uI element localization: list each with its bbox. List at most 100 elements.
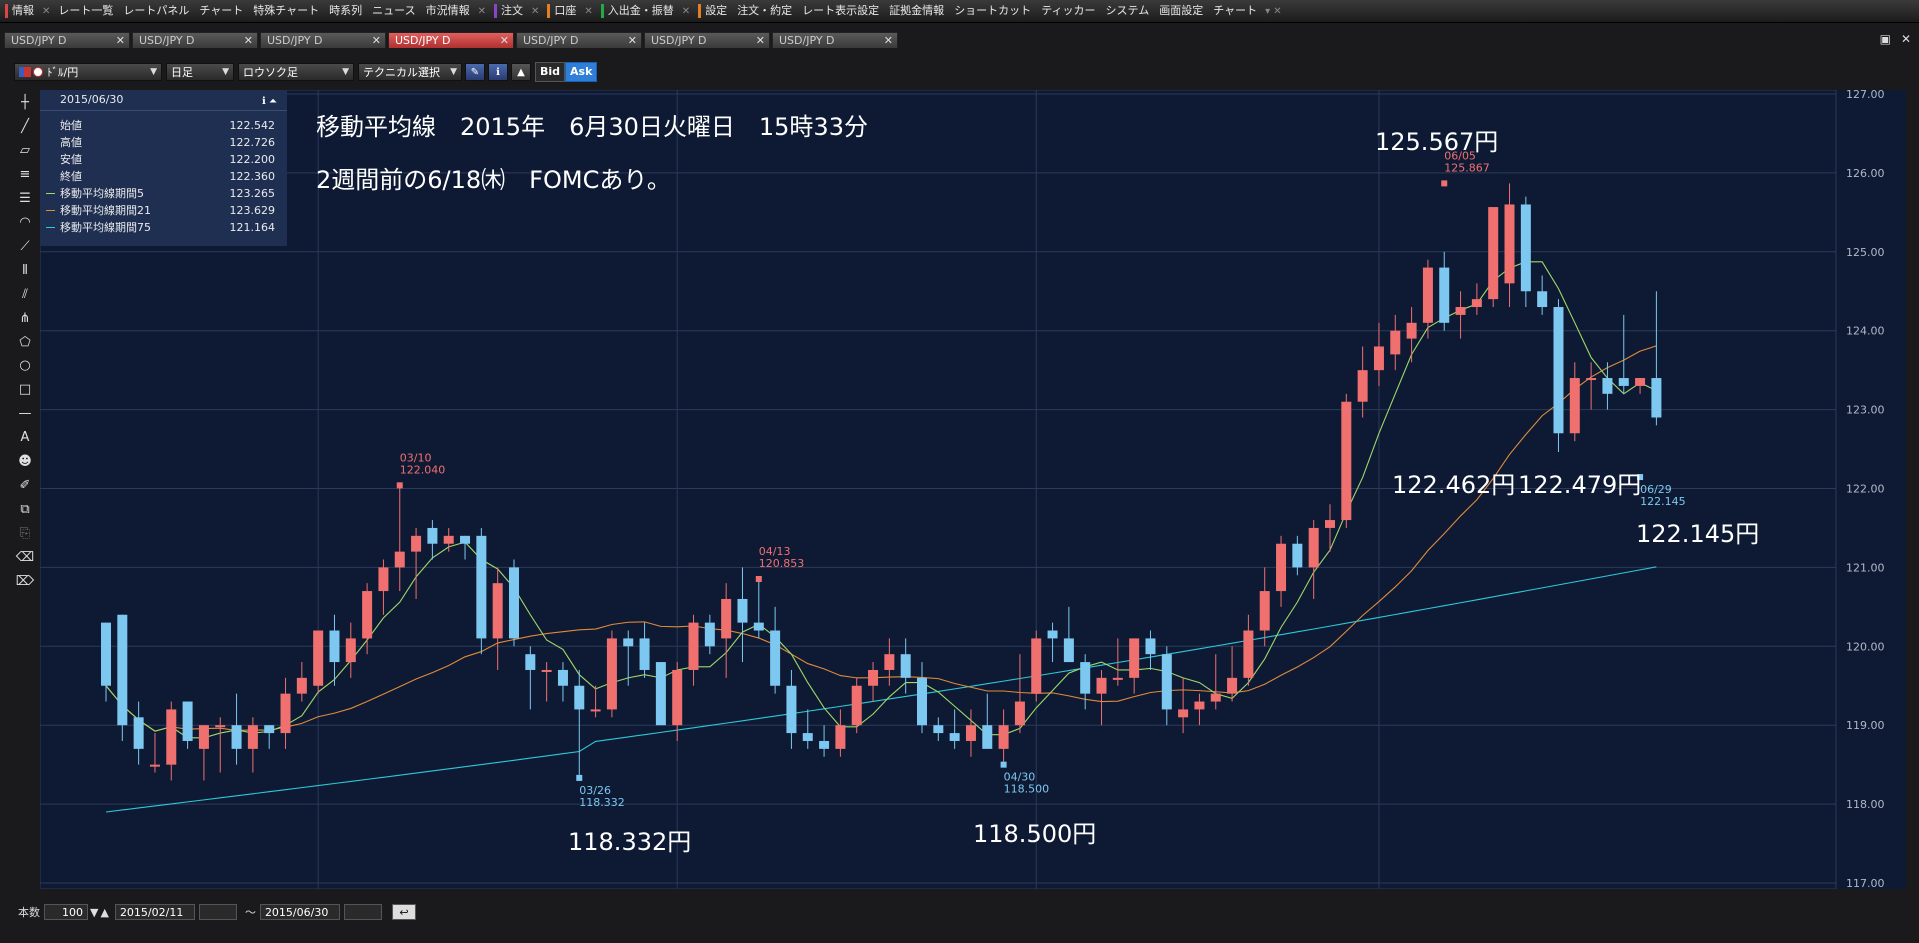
count-up-icon[interactable]: ▲ (100, 906, 108, 919)
menu-item[interactable]: 特殊チャート (248, 0, 324, 22)
eraser-all-icon[interactable]: ⌦ (14, 571, 36, 592)
menu-item[interactable]: システム (1101, 0, 1155, 22)
ask-button[interactable]: Ask (565, 62, 598, 82)
menu-item[interactable]: 証拠金情報 (884, 0, 949, 22)
restore-icon[interactable]: ▣ (1880, 32, 1891, 46)
crosshair-icon[interactable]: ┼ (14, 92, 36, 113)
tab-close-icon[interactable]: ✕ (884, 33, 893, 49)
hline-icon[interactable]: — (14, 403, 36, 424)
candle-body (770, 630, 781, 686)
info-icon[interactable]: ℹ (488, 63, 508, 81)
menu-close-icon[interactable]: ✕ (679, 6, 693, 17)
eraser-icon[interactable]: ⌫ (14, 547, 36, 568)
count-down-icon[interactable]: ▼ (90, 906, 98, 919)
annotation-subtitle: 2週間前の6/18㈭ FOMCあり。 (316, 166, 671, 194)
menu-item[interactable]: レート一覧 (53, 0, 118, 22)
menu-close-icon[interactable]: ✕ (528, 6, 542, 17)
technical-select[interactable]: テクニカル選択 ▼ (358, 63, 462, 81)
channel-icon[interactable]: ⫽ (14, 284, 36, 305)
info-row-value: 123.629 (229, 204, 276, 217)
candle-body (1586, 378, 1597, 381)
extreme-value-label: 125.867 (1444, 161, 1490, 174)
tab-close-icon[interactable]: ✕ (756, 33, 765, 49)
menu-item[interactable]: 注文・約定 (732, 0, 797, 22)
menu-item[interactable]: 情報 (0, 0, 39, 22)
menu-item[interactable]: チャート (1208, 0, 1262, 22)
ruler-icon[interactable]: ▱ (14, 140, 36, 161)
count-input[interactable]: 100 (44, 904, 88, 920)
vertical-lines-icon[interactable]: ⦀ (14, 260, 36, 281)
menu-close-icon[interactable]: ✕ (581, 6, 595, 17)
chart-tab[interactable]: USD/JPY D ✕ (644, 32, 770, 48)
bid-button[interactable]: Bid (535, 62, 566, 82)
reset-button[interactable]: ↩ (391, 904, 416, 920)
mountain-chart-icon[interactable]: ▲ (511, 63, 531, 81)
tab-close-icon[interactable]: ✕ (116, 33, 125, 49)
fibonacci-icon[interactable]: ☰ (14, 188, 36, 209)
candle-body (1618, 378, 1629, 386)
menu-item[interactable]: レート表示設定 (797, 0, 884, 22)
close-icon[interactable]: ✕ (1901, 32, 1911, 46)
menu-item[interactable]: 画面設定 (1154, 0, 1208, 22)
settings-pen-icon[interactable]: ✐ (14, 475, 36, 496)
rectangle-icon[interactable]: □ (14, 379, 36, 400)
info-row: 終値 122.360 (40, 168, 287, 185)
menu-item[interactable]: ティッカー (1036, 0, 1100, 22)
chart-tab[interactable]: USD/JPY D ✕ (132, 32, 258, 48)
fan-icon[interactable]: ⟋ (14, 236, 36, 257)
chart-type-select[interactable]: ロウソク足 ▼ (238, 63, 354, 81)
chart-tab[interactable]: USD/JPY D ✕ (260, 32, 386, 48)
from-date-input[interactable]: 2015/02/11 (114, 904, 195, 920)
paste-icon[interactable]: ⎘ (14, 523, 36, 544)
menu-more-icon[interactable]: ▾ ✕ (1262, 6, 1285, 17)
period-select[interactable]: 日足 ▼ (166, 63, 234, 81)
menu-item[interactable]: 注文 (489, 0, 528, 22)
info-collapse-icon[interactable]: ℹ ⏶ (262, 92, 277, 112)
menu-item[interactable]: ショートカット (949, 0, 1036, 22)
info-panel-header: 2015/06/30 ℹ ⏶ (40, 90, 287, 111)
menu-item[interactable]: チャート (194, 0, 248, 22)
info-panel-rows: 始値 122.542 高値 122.726 安値 122.200 終値 122.360 移動平均… (40, 111, 287, 236)
text-icon[interactable]: A (14, 427, 36, 448)
chart-tab[interactable]: USD/JPY D ✕ (772, 32, 898, 48)
menu-item[interactable]: 入出金・振替 (596, 0, 679, 22)
currency-pair-select[interactable]: ﾄﾞﾙ/円 ▼ (14, 63, 162, 81)
candle-body (1325, 520, 1335, 528)
pentagon-icon[interactable]: ⬠ (14, 332, 36, 353)
arc-icon[interactable]: ◠ (14, 212, 36, 233)
chart-tab[interactable]: USD/JPY D ✕ (516, 32, 642, 48)
bottom-bar: 本数 100 ▼ ▲ 2015/02/11 ～ 2015/06/30 ↩ (0, 899, 1919, 925)
menu-close-icon[interactable]: ✕ (39, 6, 53, 17)
menu-item-label: 特殊チャート (253, 4, 320, 17)
menu-item[interactable]: ニュース (367, 0, 420, 22)
horizontal-lines-icon[interactable]: ≡ (14, 164, 36, 185)
y-tick-label: 124.00 (1846, 325, 1885, 338)
pen-icon[interactable]: ✎ (465, 63, 485, 81)
tab-close-icon[interactable]: ✕ (628, 33, 637, 49)
to-time-input[interactable] (343, 904, 382, 920)
candle-body (590, 709, 601, 712)
menu-item[interactable]: 市況情報 (421, 0, 475, 22)
candle-body (900, 654, 911, 678)
menu-item[interactable]: 設定 (693, 0, 732, 22)
tab-close-icon[interactable]: ✕ (372, 33, 381, 49)
bid-ask-toggle[interactable]: Bid Ask (535, 62, 598, 82)
menu-item[interactable]: 時系列 (324, 0, 367, 22)
menu-close-icon[interactable]: ✕ (475, 6, 489, 17)
candle-body (868, 669, 879, 686)
chart-tab[interactable]: USD/JPY D ✕ (388, 32, 514, 48)
copy-icon[interactable]: ⧉ (14, 499, 36, 520)
menu-item[interactable]: 口座 (542, 0, 581, 22)
from-time-input[interactable] (198, 904, 237, 920)
tab-close-icon[interactable]: ✕ (244, 33, 253, 49)
circle-icon[interactable]: ○ (14, 355, 36, 376)
to-date-input[interactable]: 2015/06/30 (259, 904, 340, 920)
pitchfork-icon[interactable]: ⋔ (14, 308, 36, 329)
tab-close-icon[interactable]: ✕ (500, 33, 509, 49)
y-tick-label: 122.00 (1846, 483, 1885, 496)
menu-item[interactable]: レートパネル (118, 0, 194, 22)
annotation-mid2: 122.479円 (1518, 471, 1642, 499)
chart-tab[interactable]: USD/JPY D ✕ (4, 32, 130, 48)
smiley-icon[interactable]: ☻ (14, 451, 36, 472)
trendline-icon[interactable]: ╱ (14, 116, 36, 137)
